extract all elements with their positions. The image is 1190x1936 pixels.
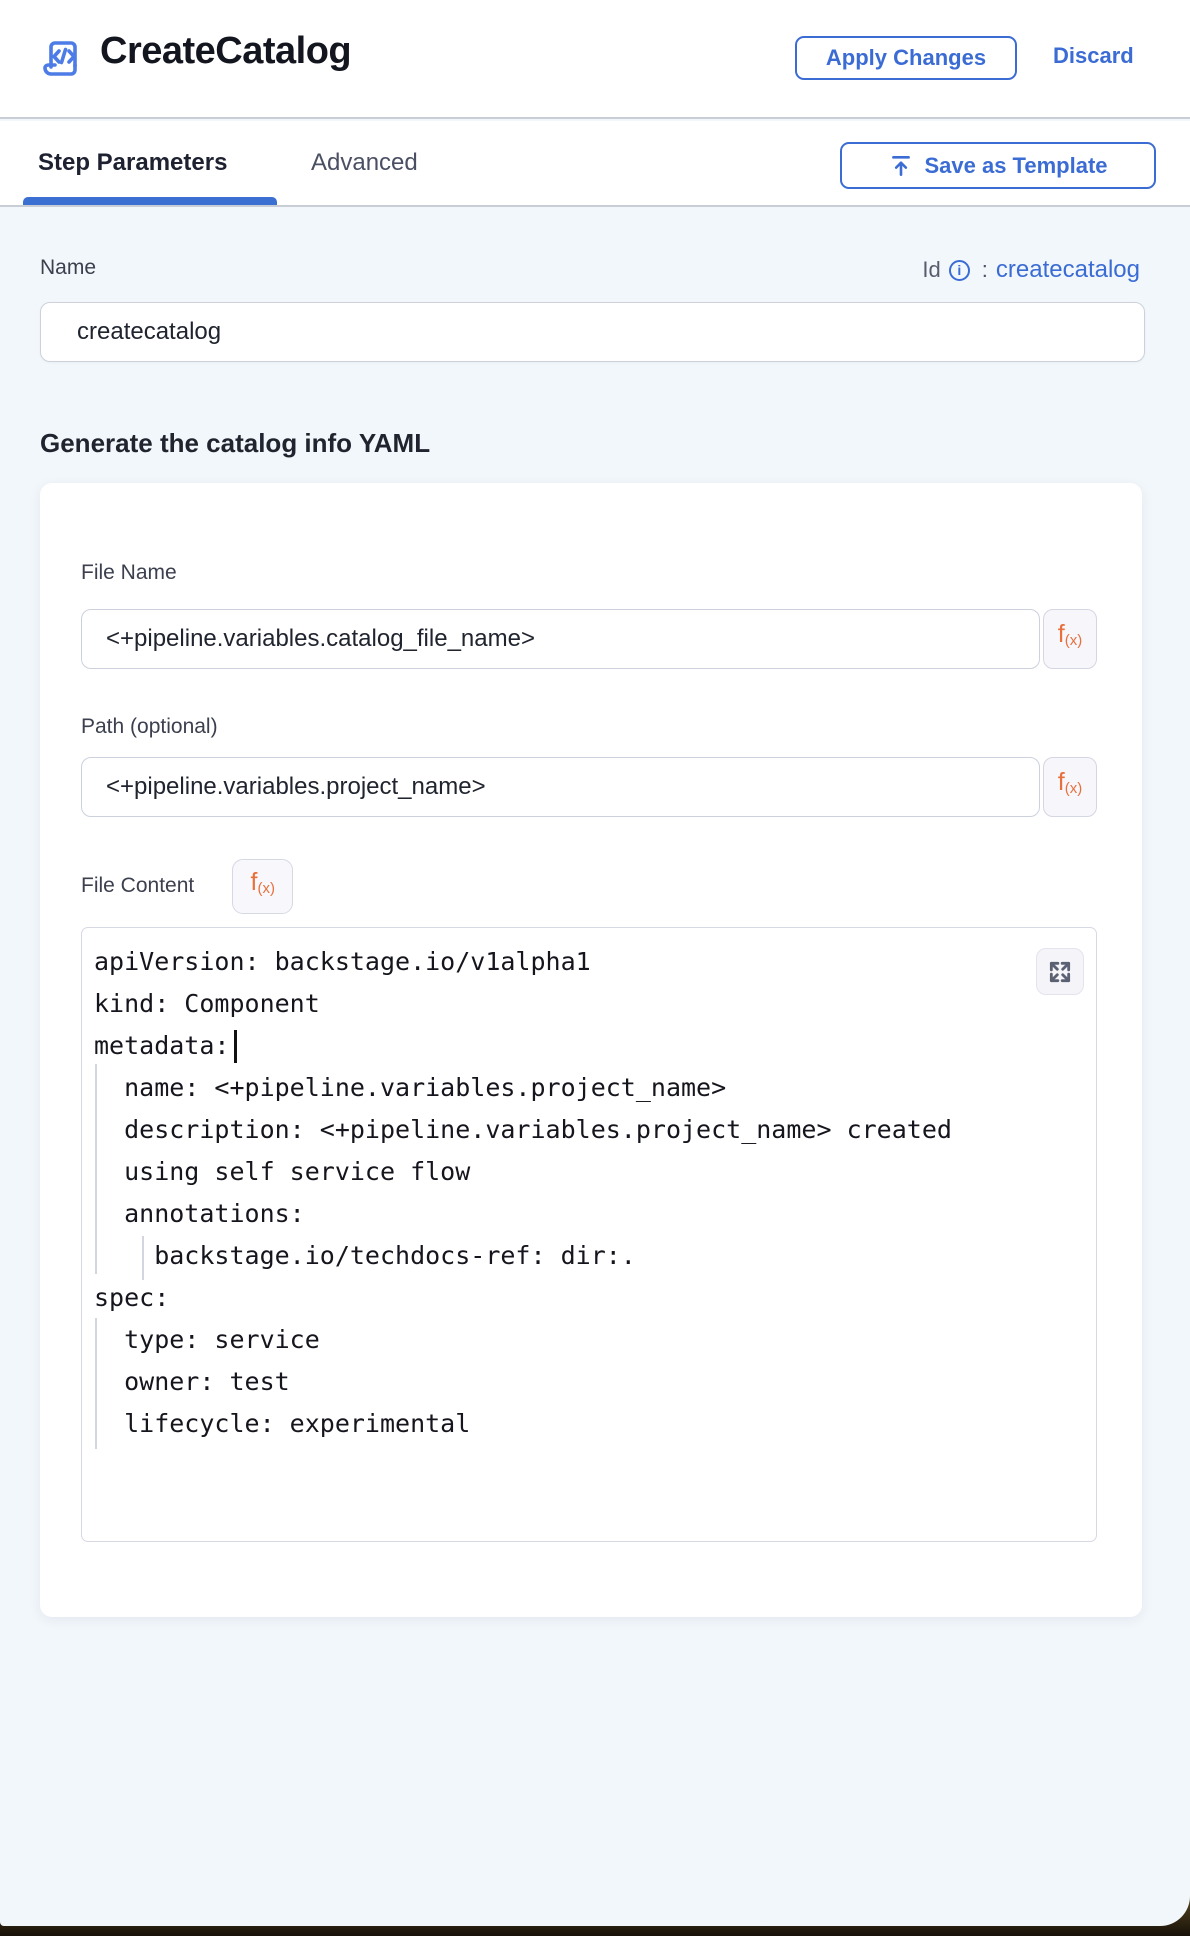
tab-advanced[interactable]: Advanced <box>311 149 418 177</box>
discard-button[interactable]: Discard <box>1053 43 1134 69</box>
indent-guide <box>95 1064 97 1274</box>
file-content-editor[interactable]: apiVersion: backstage.io/v1alpha1 kind: … <box>81 927 1097 1542</box>
fullscreen-expand-icon <box>1047 959 1073 985</box>
page-title: CreateCatalog <box>100 30 351 73</box>
yaml-code[interactable]: apiVersion: backstage.io/v1alpha1 kind: … <box>82 928 972 1445</box>
file-content-row: File Content f (x) <box>81 858 293 914</box>
file-name-input[interactable] <box>81 609 1040 669</box>
id-label: Id <box>922 257 940 283</box>
save-as-template-button[interactable]: Save as Template <box>840 142 1156 189</box>
expand-editor-button[interactable] <box>1036 948 1084 995</box>
fx-f: f <box>1058 770 1065 795</box>
save-as-template-label: Save as Template <box>924 153 1107 179</box>
name-input[interactable] <box>40 302 1145 362</box>
step-id-value[interactable]: createcatalog <box>996 256 1140 284</box>
tab-step-parameters[interactable]: Step Parameters <box>38 149 227 177</box>
panel-header: CreateCatalog Apply Changes Discard <box>0 0 1190 119</box>
step-id-row: Id i : createcatalog <box>922 256 1140 284</box>
name-label: Name <box>40 256 96 280</box>
upload-icon <box>888 153 914 179</box>
step-settings-card: File Name f (x) Path (optional) f (x) Fi… <box>40 483 1142 1617</box>
expression-fx-icon[interactable]: f (x) <box>232 859 293 914</box>
section-heading: Generate the catalog info YAML <box>40 428 430 459</box>
indent-guide <box>142 1236 144 1280</box>
path-input[interactable] <box>81 757 1040 817</box>
expression-fx-icon[interactable]: f (x) <box>1043 757 1097 817</box>
fx-f: f <box>251 870 258 895</box>
tab-bar: Step Parameters Advanced Save as Templat… <box>0 121 1190 207</box>
apply-changes-button[interactable]: Apply Changes <box>795 36 1017 80</box>
id-separator: : <box>982 257 988 283</box>
expression-fx-icon[interactable]: f (x) <box>1043 609 1097 669</box>
path-label: Path (optional) <box>81 715 218 739</box>
step-config-panel: CreateCatalog Apply Changes Discard Step… <box>0 0 1190 1926</box>
active-tab-indicator <box>23 197 277 205</box>
path-row: f (x) <box>81 757 1097 817</box>
fx-sub: (x) <box>1065 781 1083 796</box>
editor-caret <box>234 1030 237 1063</box>
fx-sub: (x) <box>1065 633 1083 648</box>
info-icon[interactable]: i <box>949 260 970 281</box>
script-step-icon <box>38 34 86 82</box>
fx-f: f <box>1058 622 1065 647</box>
file-content-label: File Content <box>81 874 194 898</box>
file-name-label: File Name <box>81 561 177 585</box>
indent-guide <box>95 1318 97 1449</box>
fx-sub: (x) <box>257 881 275 896</box>
file-name-row: f (x) <box>81 609 1097 669</box>
